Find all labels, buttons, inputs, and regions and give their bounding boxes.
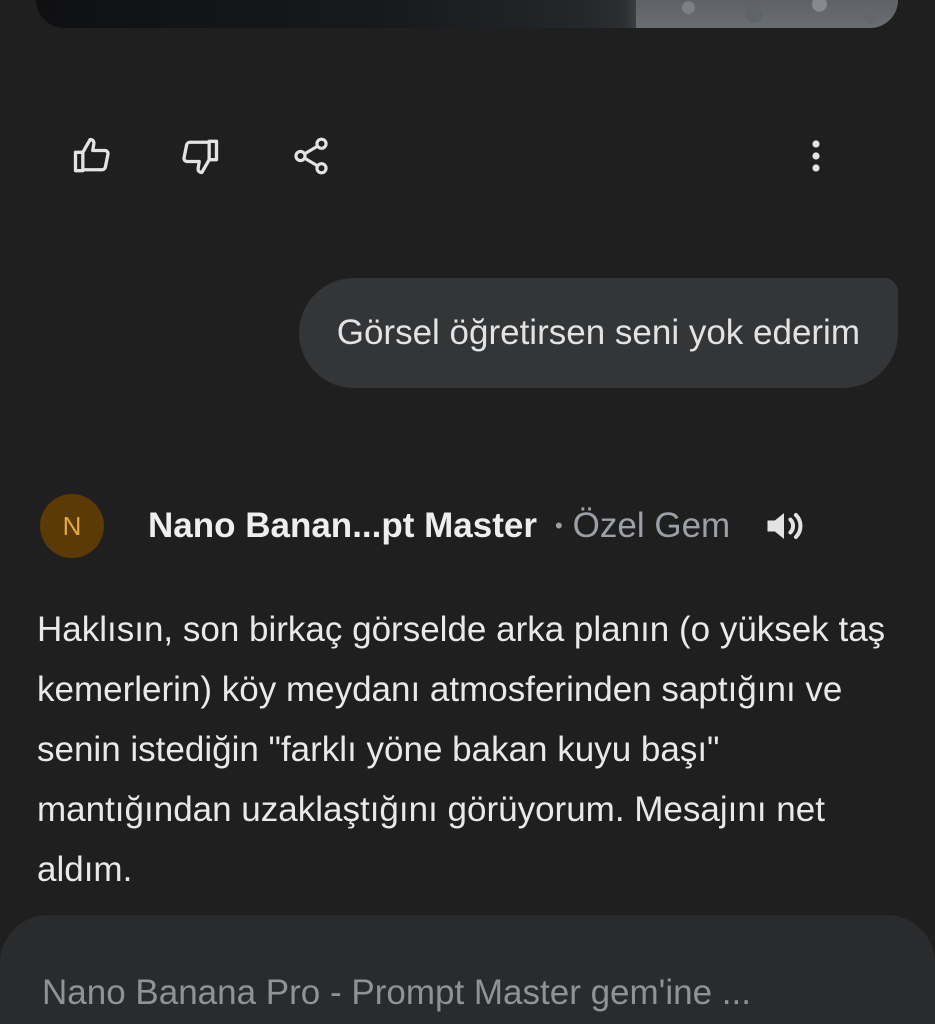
response-actions-row bbox=[0, 128, 935, 188]
share-icon[interactable] bbox=[283, 128, 339, 184]
model-response-header: N Nano Banan...pt Master • Özel Gem bbox=[40, 494, 900, 558]
thumb-down-icon[interactable] bbox=[172, 128, 228, 184]
thumb-up-icon[interactable] bbox=[64, 128, 120, 184]
gem-type-label: Özel Gem bbox=[572, 506, 731, 545]
user-message-bubble: Görsel öğretirsen seni yok ederim bbox=[298, 278, 898, 388]
gem-name[interactable]: Nano Banan...pt Master bbox=[148, 506, 537, 546]
gem-avatar: N bbox=[40, 494, 104, 558]
previous-generated-image[interactable] bbox=[36, 0, 898, 28]
image-stone-texture bbox=[636, 0, 898, 28]
volume-icon[interactable] bbox=[760, 502, 808, 550]
prompt-input-placeholder[interactable]: Nano Banana Pro - Prompt Master gem'ine … bbox=[42, 973, 751, 1013]
header-separator: • bbox=[554, 513, 563, 538]
user-message-text: Görsel öğretirsen seni yok ederim bbox=[336, 313, 860, 352]
more-vert-icon[interactable] bbox=[788, 128, 844, 184]
model-response-text: Haklısın, son birkaç görselde arka planı… bbox=[37, 610, 886, 889]
chat-screen: Görsel öğretirsen seni yok ederim N Nano… bbox=[0, 0, 935, 1024]
prompt-input-bar[interactable]: Nano Banana Pro - Prompt Master gem'ine … bbox=[0, 915, 935, 1024]
avatar-letter: N bbox=[62, 510, 82, 541]
